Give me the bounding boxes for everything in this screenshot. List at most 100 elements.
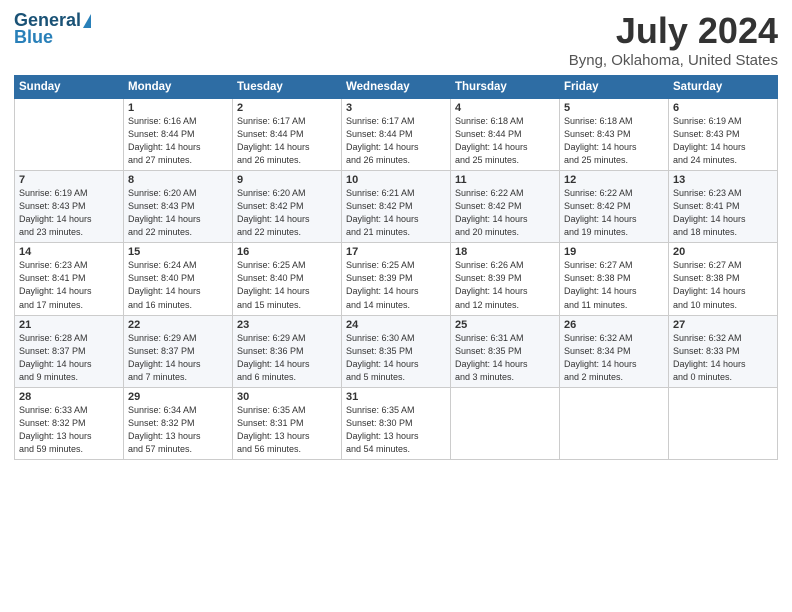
calendar-cell: 28Sunrise: 6:33 AM Sunset: 8:32 PM Dayli… — [15, 387, 124, 459]
day-number: 6 — [673, 102, 773, 114]
calendar-cell — [560, 387, 669, 459]
header: General Blue July 2024 Byng, Oklahoma, U… — [14, 10, 778, 69]
day-number: 16 — [237, 246, 337, 258]
week-row-1: 1Sunrise: 6:16 AM Sunset: 8:44 PM Daylig… — [15, 99, 778, 171]
calendar-cell — [15, 99, 124, 171]
day-number: 15 — [128, 246, 228, 258]
main-title: July 2024 — [569, 10, 778, 52]
day-info: Sunrise: 6:32 AM Sunset: 8:33 PM Dayligh… — [673, 332, 773, 384]
week-row-3: 14Sunrise: 6:23 AM Sunset: 8:41 PM Dayli… — [15, 243, 778, 315]
day-number: 18 — [455, 246, 555, 258]
day-info: Sunrise: 6:29 AM Sunset: 8:36 PM Dayligh… — [237, 332, 337, 384]
day-number: 9 — [237, 174, 337, 186]
day-info: Sunrise: 6:20 AM Sunset: 8:43 PM Dayligh… — [128, 187, 228, 239]
calendar-cell: 25Sunrise: 6:31 AM Sunset: 8:35 PM Dayli… — [451, 315, 560, 387]
calendar-cell: 24Sunrise: 6:30 AM Sunset: 8:35 PM Dayli… — [342, 315, 451, 387]
week-row-4: 21Sunrise: 6:28 AM Sunset: 8:37 PM Dayli… — [15, 315, 778, 387]
calendar-cell: 10Sunrise: 6:21 AM Sunset: 8:42 PM Dayli… — [342, 171, 451, 243]
day-info: Sunrise: 6:19 AM Sunset: 8:43 PM Dayligh… — [673, 115, 773, 167]
day-info: Sunrise: 6:27 AM Sunset: 8:38 PM Dayligh… — [673, 259, 773, 311]
day-info: Sunrise: 6:21 AM Sunset: 8:42 PM Dayligh… — [346, 187, 446, 239]
day-info: Sunrise: 6:20 AM Sunset: 8:42 PM Dayligh… — [237, 187, 337, 239]
day-info: Sunrise: 6:33 AM Sunset: 8:32 PM Dayligh… — [19, 404, 119, 456]
day-number: 20 — [673, 246, 773, 258]
day-info: Sunrise: 6:16 AM Sunset: 8:44 PM Dayligh… — [128, 115, 228, 167]
calendar-cell: 20Sunrise: 6:27 AM Sunset: 8:38 PM Dayli… — [669, 243, 778, 315]
calendar-cell: 15Sunrise: 6:24 AM Sunset: 8:40 PM Dayli… — [124, 243, 233, 315]
header-cell-monday: Monday — [124, 76, 233, 99]
day-info: Sunrise: 6:31 AM Sunset: 8:35 PM Dayligh… — [455, 332, 555, 384]
calendar-cell: 13Sunrise: 6:23 AM Sunset: 8:41 PM Dayli… — [669, 171, 778, 243]
calendar-table: SundayMondayTuesdayWednesdayThursdayFrid… — [14, 75, 778, 460]
day-info: Sunrise: 6:29 AM Sunset: 8:37 PM Dayligh… — [128, 332, 228, 384]
day-info: Sunrise: 6:17 AM Sunset: 8:44 PM Dayligh… — [346, 115, 446, 167]
calendar-cell: 31Sunrise: 6:35 AM Sunset: 8:30 PM Dayli… — [342, 387, 451, 459]
calendar-cell: 3Sunrise: 6:17 AM Sunset: 8:44 PM Daylig… — [342, 99, 451, 171]
day-number: 11 — [455, 174, 555, 186]
calendar-cell: 12Sunrise: 6:22 AM Sunset: 8:42 PM Dayli… — [560, 171, 669, 243]
day-number: 29 — [128, 391, 228, 403]
day-number: 8 — [128, 174, 228, 186]
day-info: Sunrise: 6:23 AM Sunset: 8:41 PM Dayligh… — [673, 187, 773, 239]
calendar-cell: 23Sunrise: 6:29 AM Sunset: 8:36 PM Dayli… — [233, 315, 342, 387]
day-number: 25 — [455, 319, 555, 331]
day-number: 1 — [128, 102, 228, 114]
day-info: Sunrise: 6:18 AM Sunset: 8:43 PM Dayligh… — [564, 115, 664, 167]
header-cell-wednesday: Wednesday — [342, 76, 451, 99]
subtitle: Byng, Oklahoma, United States — [569, 52, 778, 69]
calendar-cell: 7Sunrise: 6:19 AM Sunset: 8:43 PM Daylig… — [15, 171, 124, 243]
day-number: 5 — [564, 102, 664, 114]
week-row-5: 28Sunrise: 6:33 AM Sunset: 8:32 PM Dayli… — [15, 387, 778, 459]
day-info: Sunrise: 6:24 AM Sunset: 8:40 PM Dayligh… — [128, 259, 228, 311]
day-info: Sunrise: 6:27 AM Sunset: 8:38 PM Dayligh… — [564, 259, 664, 311]
day-number: 28 — [19, 391, 119, 403]
day-number: 14 — [19, 246, 119, 258]
calendar-cell: 14Sunrise: 6:23 AM Sunset: 8:41 PM Dayli… — [15, 243, 124, 315]
calendar-cell: 27Sunrise: 6:32 AM Sunset: 8:33 PM Dayli… — [669, 315, 778, 387]
day-info: Sunrise: 6:22 AM Sunset: 8:42 PM Dayligh… — [455, 187, 555, 239]
day-number: 24 — [346, 319, 446, 331]
calendar-cell: 2Sunrise: 6:17 AM Sunset: 8:44 PM Daylig… — [233, 99, 342, 171]
calendar-cell: 18Sunrise: 6:26 AM Sunset: 8:39 PM Dayli… — [451, 243, 560, 315]
day-number: 17 — [346, 246, 446, 258]
week-row-2: 7Sunrise: 6:19 AM Sunset: 8:43 PM Daylig… — [15, 171, 778, 243]
calendar-cell: 17Sunrise: 6:25 AM Sunset: 8:39 PM Dayli… — [342, 243, 451, 315]
day-info: Sunrise: 6:25 AM Sunset: 8:39 PM Dayligh… — [346, 259, 446, 311]
calendar-cell: 21Sunrise: 6:28 AM Sunset: 8:37 PM Dayli… — [15, 315, 124, 387]
day-number: 4 — [455, 102, 555, 114]
day-info: Sunrise: 6:30 AM Sunset: 8:35 PM Dayligh… — [346, 332, 446, 384]
day-number: 30 — [237, 391, 337, 403]
day-number: 2 — [237, 102, 337, 114]
calendar-cell: 30Sunrise: 6:35 AM Sunset: 8:31 PM Dayli… — [233, 387, 342, 459]
day-info: Sunrise: 6:26 AM Sunset: 8:39 PM Dayligh… — [455, 259, 555, 311]
day-info: Sunrise: 6:22 AM Sunset: 8:42 PM Dayligh… — [564, 187, 664, 239]
day-info: Sunrise: 6:18 AM Sunset: 8:44 PM Dayligh… — [455, 115, 555, 167]
calendar-cell: 4Sunrise: 6:18 AM Sunset: 8:44 PM Daylig… — [451, 99, 560, 171]
calendar-cell: 16Sunrise: 6:25 AM Sunset: 8:40 PM Dayli… — [233, 243, 342, 315]
day-info: Sunrise: 6:32 AM Sunset: 8:34 PM Dayligh… — [564, 332, 664, 384]
day-number: 23 — [237, 319, 337, 331]
calendar-cell — [669, 387, 778, 459]
logo-blue-text: Blue — [14, 27, 53, 48]
header-cell-sunday: Sunday — [15, 76, 124, 99]
calendar-cell: 29Sunrise: 6:34 AM Sunset: 8:32 PM Dayli… — [124, 387, 233, 459]
day-number: 26 — [564, 319, 664, 331]
header-cell-tuesday: Tuesday — [233, 76, 342, 99]
day-info: Sunrise: 6:35 AM Sunset: 8:30 PM Dayligh… — [346, 404, 446, 456]
day-info: Sunrise: 6:34 AM Sunset: 8:32 PM Dayligh… — [128, 404, 228, 456]
calendar-cell: 9Sunrise: 6:20 AM Sunset: 8:42 PM Daylig… — [233, 171, 342, 243]
header-row: SundayMondayTuesdayWednesdayThursdayFrid… — [15, 76, 778, 99]
day-number: 12 — [564, 174, 664, 186]
day-number: 19 — [564, 246, 664, 258]
day-number: 7 — [19, 174, 119, 186]
calendar-cell: 5Sunrise: 6:18 AM Sunset: 8:43 PM Daylig… — [560, 99, 669, 171]
calendar-cell: 26Sunrise: 6:32 AM Sunset: 8:34 PM Dayli… — [560, 315, 669, 387]
day-info: Sunrise: 6:23 AM Sunset: 8:41 PM Dayligh… — [19, 259, 119, 311]
day-info: Sunrise: 6:19 AM Sunset: 8:43 PM Dayligh… — [19, 187, 119, 239]
calendar-cell: 1Sunrise: 6:16 AM Sunset: 8:44 PM Daylig… — [124, 99, 233, 171]
calendar-cell — [451, 387, 560, 459]
day-info: Sunrise: 6:35 AM Sunset: 8:31 PM Dayligh… — [237, 404, 337, 456]
day-number: 13 — [673, 174, 773, 186]
title-block: July 2024 Byng, Oklahoma, United States — [569, 10, 778, 69]
header-cell-friday: Friday — [560, 76, 669, 99]
